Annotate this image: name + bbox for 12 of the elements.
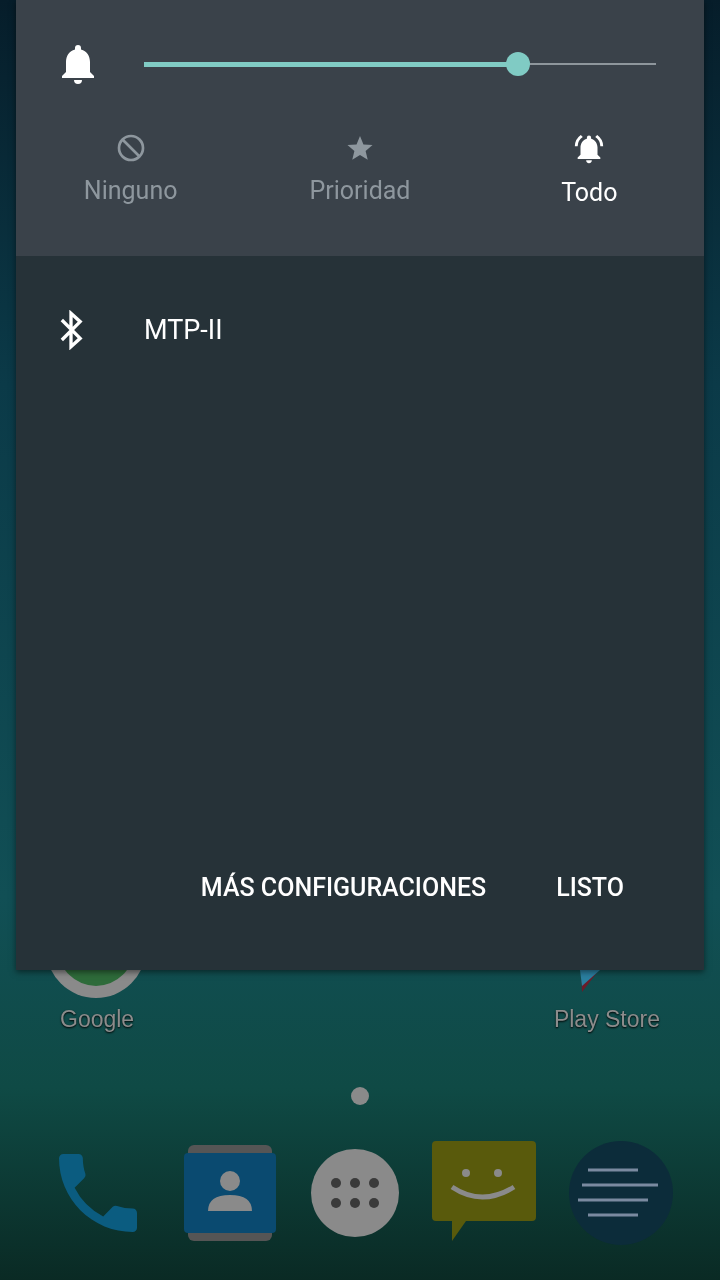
globe-icon[interactable]	[568, 1140, 674, 1246]
page-indicator	[351, 1087, 369, 1105]
volume-slider[interactable]	[144, 52, 656, 76]
app-label: Play Store	[552, 1008, 661, 1031]
mode-tab[interactable]: Todo	[474, 128, 704, 205]
device-name[interactable]: MTP-II	[144, 309, 223, 351]
text-button[interactable]: MÁS CONFIGURACIONES	[170, 858, 517, 916]
apps-icon[interactable]	[310, 1148, 400, 1238]
contacts-icon[interactable]	[182, 1145, 278, 1241]
text-button[interactable]: LISTO	[526, 858, 654, 916]
slider-thumb[interactable]	[505, 52, 530, 76]
app-label: Google	[59, 1008, 136, 1031]
